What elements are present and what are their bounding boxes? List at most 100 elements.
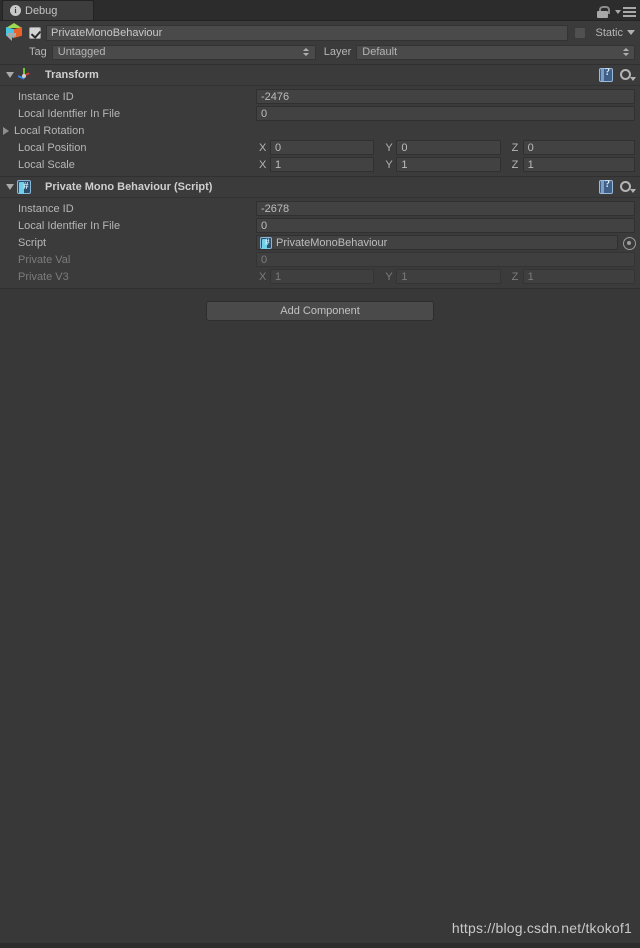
inspector-window: i Debug PrivateMonoBehaviour Static Tag … [0,0,640,948]
csharp-script-icon: # [260,236,272,249]
vector3-x-input: 1 [270,269,375,284]
triangle-down-icon [5,72,14,78]
property-row-private-val: Private Val 0 [0,251,640,268]
axis-label-x: X [259,270,267,283]
transform-axis-icon [16,67,32,83]
component-tools: ? [599,67,636,82]
layer-dropdown[interactable]: Default [356,44,635,60]
vector3-y-input: 1 [396,269,501,284]
property-value-field[interactable]: 0 [256,106,635,121]
inspector-tabbar: i Debug [0,0,640,21]
property-label: Local Position [18,141,87,154]
script-object-field[interactable]: # PrivateMonoBehaviour [256,235,618,250]
vector3-x: X 1 [256,157,382,172]
axis-label-y: Y [385,158,393,171]
component-private-mono-behaviour: # Private Mono Behaviour (Script) ? Inst… [0,177,640,289]
tabbar-controls [597,6,636,18]
axis-label-y: Y [385,270,393,283]
empty-inspector-space [0,321,640,943]
object-reference-field: # PrivateMonoBehaviour [256,235,636,250]
static-label: Static [595,26,623,39]
component-title: Private Mono Behaviour (Script) [45,181,213,193]
tab-debug-label: Debug [25,4,58,17]
vector3-z-input: 1 [522,269,635,284]
object-picker-icon[interactable] [622,236,636,250]
tag-label: Tag [29,46,47,58]
property-label: Private V3 [18,270,69,283]
csharp-script-icon: # [16,179,32,195]
component-header[interactable]: Transform ? [0,65,640,86]
property-label: Local Rotation [14,124,85,137]
script-object-name: PrivateMonoBehaviour [276,236,388,249]
property-value-field[interactable]: -2476 [256,89,635,104]
property-label: Local Identfier In File [18,107,121,120]
tab-debug[interactable]: i Debug [2,0,94,20]
property-label-foldout[interactable]: Local Rotation [0,125,256,137]
axis-label-x: X [259,141,267,154]
vector3-field: X 0 Y 0 Z 0 [256,140,635,155]
static-toggle[interactable]: Static [574,26,635,39]
add-component-area: Add Component [0,289,640,321]
property-row-local-position: Local Position X 0 Y 0 Z 0 [0,139,640,156]
property-label: Private Val [18,253,71,266]
gear-icon[interactable] [620,68,636,82]
property-row-local-identifier: Local Identfier In File 0 [0,105,640,122]
watermark: https://blog.csdn.net/tkokof1 [451,920,632,936]
property-row-private-v3: Private V3 X 1 Y 1 Z 1 [0,268,640,285]
vector3-z-input[interactable]: 0 [522,140,635,155]
chevron-updown-icon [621,48,630,56]
vector3-field: X 1 Y 1 Z 1 [256,157,635,172]
property-value-field[interactable]: 0 [256,218,635,233]
gameobject-tag-layer-row: Tag Untagged Layer Default [0,44,640,60]
vector3-z: Z 0 [509,140,635,155]
lock-icon[interactable] [597,6,610,18]
triangle-right-icon [3,126,9,135]
component-body: Instance ID -2476 Local Identfier In Fil… [0,86,640,176]
foldout-toggle[interactable] [3,72,16,78]
property-label: Instance ID [18,202,74,215]
property-value-field: 0 [256,252,635,267]
foldout-toggle[interactable] [3,184,16,190]
property-row-local-rotation[interactable]: Local Rotation [0,122,640,139]
gear-icon[interactable] [620,180,636,194]
property-row-local-scale: Local Scale X 1 Y 1 Z 1 [0,156,640,173]
vector3-x-input[interactable]: 0 [270,140,375,155]
hamburger-menu-icon[interactable] [615,7,636,17]
vector3-x: X 0 [256,140,382,155]
property-value-field[interactable]: -2678 [256,201,635,216]
info-icon: i [10,5,21,16]
tag-value: Untagged [57,46,106,58]
property-row-local-identifier: Local Identfier In File 0 [0,217,640,234]
axis-label-z: Z [511,158,519,171]
chevron-down-icon [615,10,621,14]
vector3-z-input[interactable]: 1 [522,157,635,172]
property-label: Script [18,236,47,249]
add-component-button[interactable]: Add Component [206,301,434,321]
tag-dropdown[interactable]: Untagged [51,44,316,60]
property-row-instance-id: Instance ID -2476 [0,88,640,105]
property-row-script: Script # PrivateMonoBehaviour [0,234,640,251]
vector3-field: X 1 Y 1 Z 1 [256,269,635,284]
gameobject-header: PrivateMonoBehaviour Static Tag Untagged… [0,21,640,65]
component-tools: ? [599,179,636,194]
static-checkbox[interactable] [574,26,587,39]
vector3-z: Z 1 [509,157,635,172]
gameobject-name-field[interactable]: PrivateMonoBehaviour [46,24,569,41]
help-book-icon[interactable]: ? [599,67,613,82]
vector3-x: X 1 [256,269,382,284]
layer-value: Default [362,46,398,58]
component-header[interactable]: # Private Mono Behaviour (Script) ? [0,177,640,198]
help-book-icon[interactable]: ? [599,179,613,194]
axis-label-y: Y [385,141,393,154]
axis-label-x: X [259,158,267,171]
vector3-y-input[interactable]: 0 [396,140,501,155]
vector3-z: Z 1 [509,269,635,284]
layer-label: Layer [323,46,352,58]
property-label: Local Scale [18,158,75,171]
vector3-x-input[interactable]: 1 [270,157,375,172]
chevron-down-icon[interactable] [627,30,635,35]
vector3-y-input[interactable]: 1 [396,157,501,172]
vector3-y: Y 1 [382,269,508,284]
gameobject-enabled-checkbox[interactable] [29,26,41,39]
axis-label-z: Z [511,141,519,154]
